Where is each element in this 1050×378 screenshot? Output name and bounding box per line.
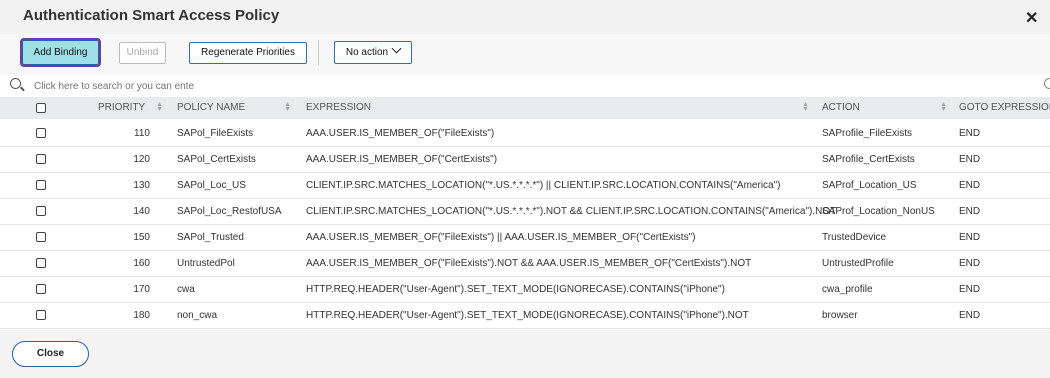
goto-cell: END [959,128,981,139]
expression-cell: AAA.USER.IS_MEMBER_OF("FileExists").NOT … [306,258,752,269]
action-cell: browser [822,310,858,321]
expression-cell: AAA.USER.IS_MEMBER_OF("FileExists") [306,128,495,139]
goto-cell: END [959,232,981,243]
column-header-priority[interactable]: PRIORITY [98,102,145,113]
action-cell: SAProf_Location_US [822,180,917,191]
row-checkbox[interactable] [36,284,46,294]
expression-cell: AAA.USER.IS_MEMBER_OF("CertExists") [306,154,498,165]
goto-cell: END [959,284,981,295]
row-checkbox[interactable] [36,128,46,138]
action-cell: SAProf_Location_NonUS [822,206,935,217]
search-icon[interactable] [10,78,21,89]
action-cell: TrustedDevice [822,232,887,243]
priority-cell: 180 [133,310,150,321]
goto-cell: END [959,180,981,191]
dialog-footer [0,330,1050,378]
goto-cell: END [959,154,981,165]
table-row[interactable]: 110 SAPol_FileExists AAA.USER.IS_MEMBER_… [0,121,1050,147]
unbind-button[interactable]: Unbind [119,42,166,64]
policy-name-cell: UntrustedPol [177,258,235,269]
sort-icon[interactable]: ▲ ▼ [802,101,809,113]
table-row[interactable]: 170 cwa HTTP.REQ.HEADER("User-Agent").SE… [0,277,1050,303]
dialog-title: Authentication Smart Access Policy [23,7,280,24]
table-header: PRIORITY ▲ ▼ POLICY NAME ▲ ▼ EXPRESSION ▲ ▼… [0,97,1050,119]
column-header-expression[interactable]: EXPRESSION [306,102,371,113]
toolbar-divider [318,40,319,65]
table-row[interactable]: 140 SAPol_Loc_RestofUSA CLIENT.IP.SRC.MA… [0,199,1050,225]
add-binding-button[interactable]: Add Binding [20,38,101,67]
table-row[interactable]: 120 SAPol_CertExists AAA.USER.IS_MEMBER_… [0,147,1050,173]
close-button[interactable]: Close [12,341,89,367]
goto-cell: END [959,310,981,321]
policy-name-cell: SAPol_CertExists [177,154,256,165]
column-header-action[interactable]: ACTION [822,102,860,113]
policy-name-cell: SAPol_FileExists [177,128,254,139]
sort-icon[interactable]: ▲ ▼ [156,101,163,113]
goto-cell: END [959,258,981,269]
row-checkbox[interactable] [36,232,46,242]
row-checkbox[interactable] [36,180,46,190]
expression-cell: HTTP.REQ.HEADER("User-Agent").SET_TEXT_M… [306,310,749,321]
expression-cell: CLIENT.IP.SRC.MATCHES_LOCATION("*.US.*.*… [306,206,837,217]
table-row[interactable]: 150 SAPol_Trusted AAA.USER.IS_MEMBER_OF(… [0,225,1050,251]
dialog-titlebar: Authentication Smart Access Policy ✕ [0,0,1050,34]
action-cell: cwa_profile [822,284,873,295]
select-all-checkbox[interactable] [36,103,46,113]
priority-cell: 120 [133,154,150,165]
priority-cell: 140 [133,206,150,217]
goto-cell: END [959,206,981,217]
column-header-goto-expression[interactable]: GOTO EXPRESSION [959,102,1050,113]
priority-cell: 160 [133,258,150,269]
row-checkbox[interactable] [36,258,46,268]
action-cell: SAProfile_CertExists [822,154,915,165]
policy-name-cell: SAPol_Trusted [177,232,244,243]
action-select[interactable]: No action [334,41,412,64]
expression-cell: AAA.USER.IS_MEMBER_OF("FileExists") || A… [306,232,696,243]
priority-cell: 170 [133,284,150,295]
action-cell: SAProfile_FileExists [822,128,913,139]
table-row[interactable]: 180 non_cwa HTTP.REQ.HEADER("User-Agent"… [0,303,1050,329]
row-checkbox[interactable] [36,154,46,164]
column-header-policy-name[interactable]: POLICY NAME [177,102,245,113]
policy-name-cell: SAPol_Loc_US [177,180,246,191]
expression-cell: CLIENT.IP.SRC.MATCHES_LOCATION("*.US.*.*… [306,180,781,191]
action-select-label: No action [345,47,389,58]
row-checkbox[interactable] [36,310,46,320]
priority-cell: 130 [133,180,150,191]
table-row[interactable]: 160 UntrustedPol AAA.USER.IS_MEMBER_OF("… [0,251,1050,277]
action-cell: UntrustedProfile [822,258,894,269]
search-bar [0,74,1050,99]
sort-icon[interactable]: ▲ ▼ [284,101,291,113]
priority-cell: 150 [133,232,150,243]
regenerate-priorities-button[interactable]: Regenerate Priorities [189,42,307,64]
table-row[interactable]: 130 SAPol_Loc_US CLIENT.IP.SRC.MATCHES_L… [0,173,1050,199]
policy-name-cell: cwa [177,284,195,295]
sort-icon[interactable]: ▲ ▼ [940,101,947,113]
expression-cell: HTTP.REQ.HEADER("User-Agent").SET_TEXT_M… [306,284,725,295]
chevron-down-icon [391,43,402,54]
row-checkbox[interactable] [36,206,46,216]
policy-name-cell: SAPol_Loc_RestofUSA [177,206,282,217]
search-input[interactable] [34,77,204,95]
close-icon[interactable]: ✕ [1025,8,1038,28]
priority-cell: 110 [134,128,150,139]
search-options-icon[interactable] [1044,78,1050,89]
policy-name-cell: non_cwa [177,310,218,321]
